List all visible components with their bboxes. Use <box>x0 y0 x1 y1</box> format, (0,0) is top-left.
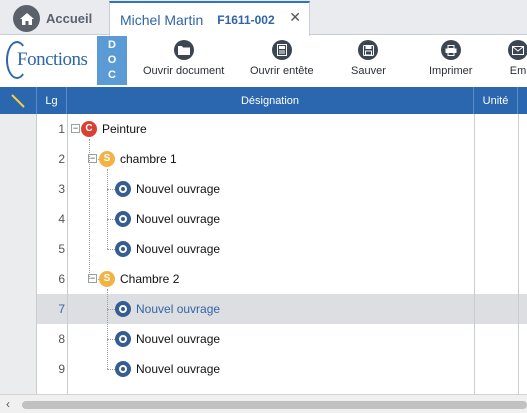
home-icon <box>13 5 40 32</box>
tree-connector <box>107 289 108 369</box>
open-document-button[interactable]: Ouvrir document <box>143 40 224 82</box>
row-number: 7 <box>58 302 65 316</box>
email-label: Em <box>509 65 527 77</box>
email-button[interactable]: Em <box>508 40 527 82</box>
doc-letter: C <box>108 69 116 81</box>
grid-header: Lg Désignation Unité <box>0 87 527 114</box>
ouvrage-type-icon <box>115 241 131 257</box>
designation-cell[interactable]: Nouvel ouvrage <box>136 324 220 354</box>
column-divider <box>67 114 68 394</box>
tree-connector <box>107 309 115 310</box>
row-number: 8 <box>58 332 65 346</box>
print-button[interactable]: Imprimer <box>429 40 472 82</box>
table-row[interactable]: 2− Schambre 1 <box>0 144 527 174</box>
row-number: 3 <box>58 182 65 196</box>
row-number: 4 <box>58 212 65 226</box>
email-icon <box>508 40 527 60</box>
close-icon[interactable]: ✕ <box>289 9 301 26</box>
collapse-toggle[interactable]: − <box>71 124 80 133</box>
document-header-icon <box>271 40 292 60</box>
tree-connector <box>107 189 115 190</box>
row-number: 6 <box>58 272 65 286</box>
open-header-label: Ouvrir entête <box>250 65 314 77</box>
column-header-next[interactable] <box>518 87 527 114</box>
tab-document-code: F1611-002 <box>217 12 275 27</box>
column-divider <box>518 114 519 394</box>
tab-document-name: Michel Martin <box>120 11 204 28</box>
sous-chapitre-type-icon: S <box>99 271 115 287</box>
tab-home-label: Accueil <box>46 11 93 26</box>
select-all-header[interactable] <box>0 87 37 114</box>
sous-chapitre-type-icon: S <box>99 151 115 167</box>
folder-icon <box>173 40 194 60</box>
save-icon <box>358 40 379 60</box>
tab-home[interactable]: Accueil <box>0 2 107 35</box>
chapitre-type-icon: C <box>81 121 97 137</box>
doc-letter: D <box>108 39 116 51</box>
doc-tab-strip[interactable]: D O C <box>97 36 127 85</box>
ouvrage-type-icon <box>115 181 131 197</box>
ouvrage-type-icon <box>115 301 131 317</box>
table-row[interactable]: 9 Nouvel ouvrage <box>0 354 527 384</box>
column-header-lg[interactable]: Lg <box>37 87 67 114</box>
table-row[interactable]: 7 Nouvel ouvrage <box>0 294 527 324</box>
ouvrage-type-icon <box>115 211 131 227</box>
ouvrage-type-icon <box>115 361 131 377</box>
column-header-designation[interactable]: Désignation <box>67 87 474 114</box>
horizontal-scrollbar[interactable]: ‹ <box>0 394 527 413</box>
scroll-thumb[interactable] <box>22 401 527 409</box>
tree-connector <box>107 339 115 340</box>
grid-body: 1− C Peinture 2− Schambre 1 3 Nouvel ouvrage 4 N… <box>0 114 527 394</box>
tree-connector <box>89 139 90 279</box>
designation-cell[interactable]: Chambre 2 <box>120 264 179 294</box>
tree-connector <box>107 249 115 250</box>
open-document-label: Ouvrir document <box>143 65 225 77</box>
table-row[interactable]: 1− C Peinture <box>0 114 527 144</box>
row-number: 2 <box>58 152 65 166</box>
print-label: Imprimer <box>429 65 473 77</box>
table-row[interactable]: 6− S Chambre 2 <box>0 264 527 294</box>
row-number: 5 <box>58 242 65 256</box>
doc-letter: O <box>107 54 117 66</box>
column-header-unite[interactable]: Unité <box>474 87 518 114</box>
row-number: 9 <box>58 362 65 376</box>
printer-icon <box>440 40 461 60</box>
tree-connector <box>107 369 115 370</box>
tab-bar: Accueil Michel Martin F1611-002 ✕ <box>0 0 527 36</box>
column-divider <box>474 114 475 394</box>
ouvrage-type-icon <box>115 331 131 347</box>
tab-document[interactable]: Michel Martin F1611-002 ✕ <box>109 1 310 36</box>
row-number: 1 <box>58 122 65 136</box>
designation-cell[interactable]: Peinture <box>102 114 147 144</box>
designation-cell[interactable]: chambre 1 <box>120 144 177 174</box>
scroll-left-icon[interactable]: ‹ <box>6 397 10 411</box>
save-button[interactable]: Sauver <box>351 40 386 82</box>
logo-text: Fonctions <box>17 49 88 70</box>
table-row[interactable]: 4 Nouvel ouvrage <box>0 204 527 234</box>
tree-connector <box>107 219 115 220</box>
fonctions-menu-button[interactable]: Fonctions <box>6 40 88 82</box>
tree-connector <box>107 169 108 249</box>
designation-cell[interactable]: Nouvel ouvrage <box>136 174 220 204</box>
designation-cell[interactable]: Nouvel ouvrage <box>136 234 220 264</box>
pencil-icon <box>11 93 25 108</box>
table-row[interactable]: 5 Nouvel ouvrage <box>0 234 527 264</box>
toolbar: Fonctions D O C Ouvrir document Ouvrir e… <box>0 36 527 85</box>
save-label: Sauver <box>351 65 386 77</box>
table-row[interactable]: 8 Nouvel ouvrage <box>0 324 527 354</box>
designation-cell[interactable]: Nouvel ouvrage <box>136 294 220 324</box>
row-selector-column <box>0 114 37 394</box>
open-header-button[interactable]: Ouvrir entête <box>250 40 314 82</box>
designation-cell[interactable]: Nouvel ouvrage <box>136 354 220 384</box>
designation-cell[interactable]: Nouvel ouvrage <box>136 204 220 234</box>
table-row[interactable]: 3 Nouvel ouvrage <box>0 174 527 204</box>
